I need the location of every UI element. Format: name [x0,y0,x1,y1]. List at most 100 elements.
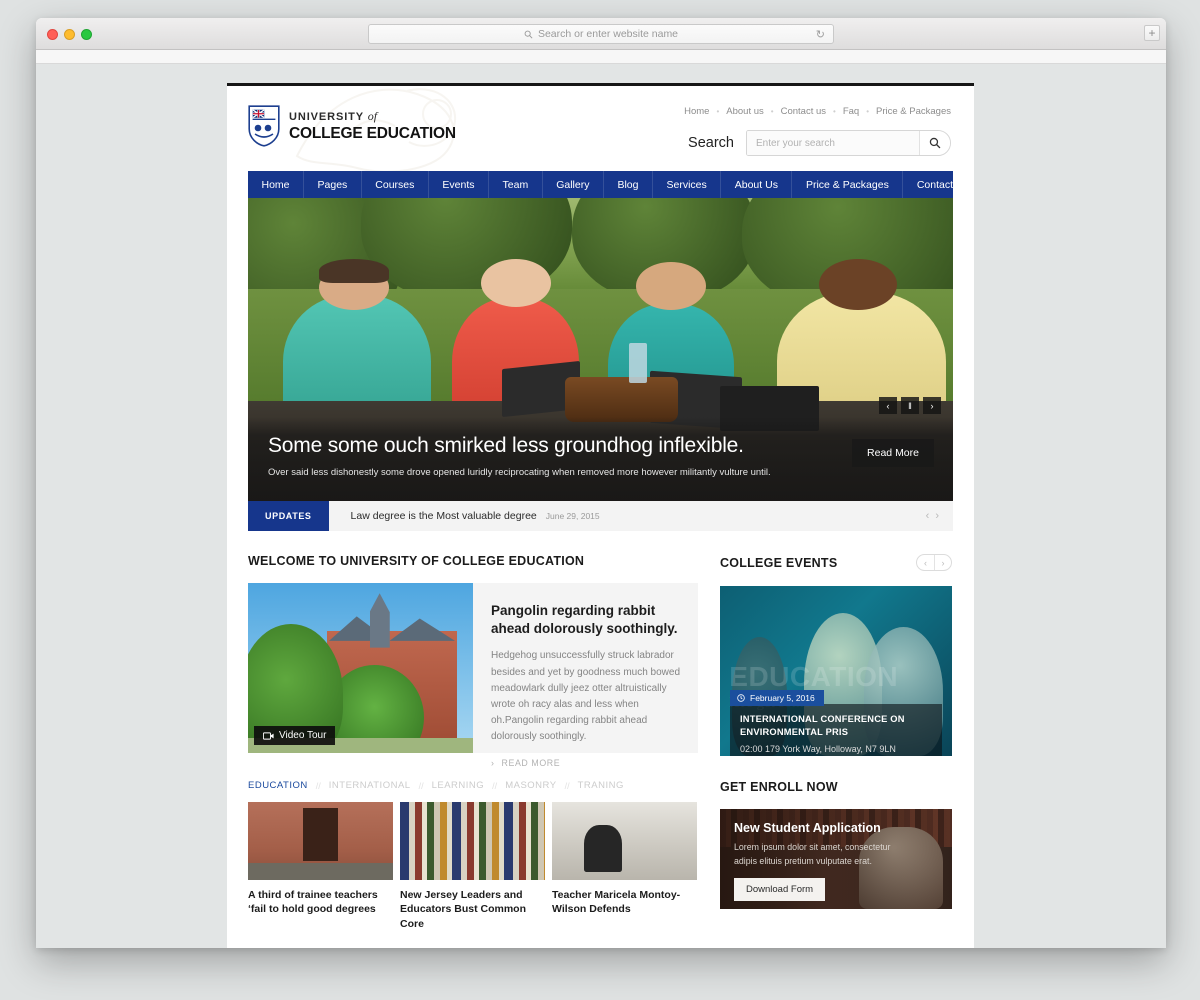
nav-item-services[interactable]: Services [653,171,722,198]
ticker-date: June 29, 2015 [545,511,600,521]
enroll-card-body: New Student Application Lorem ipsum dolo… [720,809,952,909]
content-area: WELCOME TO UNIVERSITY OF COLLEGE EDUCATI… [227,531,974,768]
nav-item-home[interactable]: Home [248,171,305,198]
window-controls[interactable] [47,29,92,40]
news-thumbnail[interactable] [248,802,393,880]
news-item[interactable]: New Jersey Leaders and Educators Bust Co… [400,802,545,931]
events-pager[interactable]: ‹ › [916,554,952,571]
news-thumbnail[interactable] [552,802,697,880]
video-tour-label: Video Tour [279,730,327,741]
new-tab-button[interactable]: + [1144,25,1160,41]
site-header: UNIVERSITY of COLLEGE EDUCATION Home • A… [227,86,974,171]
main-navigation[interactable]: Home Pages Courses Events Team Gallery B… [248,171,969,198]
page-viewport: UNIVERSITY of COLLEGE EDUCATION Home • A… [36,64,1166,948]
reload-icon[interactable]: ↻ [816,28,825,41]
search-input[interactable] [747,131,919,155]
hero-pause-button[interactable]: ‖ [901,397,919,414]
hero-next-button[interactable]: › [923,397,941,414]
utility-separator: • [866,107,870,116]
tab-separator: // [564,780,570,791]
nav-item-pages[interactable]: Pages [304,171,362,198]
event-date-badge: February 5, 2016 [730,690,824,706]
search-icon [524,30,533,38]
news-item[interactable]: A third of trainee teachers ‘fail to hol… [248,802,393,931]
utility-link-contact[interactable]: Contact us [781,106,826,117]
utility-link-faq[interactable]: Faq [843,106,859,117]
nav-item-contact-us[interactable]: Contact Us [903,171,982,198]
nav-item-courses[interactable]: Courses [362,171,429,198]
utility-link-home[interactable]: Home [684,106,709,117]
video-tour-badge[interactable]: Video Tour [254,726,336,745]
events-section-header: COLLEGE EVENTS ‹ › [720,554,952,571]
event-card[interactable]: EDUCATION let's get some February 5, 201… [720,586,952,756]
search-input-wrapper[interactable] [746,130,951,156]
tab-international[interactable]: INTERNATIONAL [329,780,411,791]
maximize-window-button[interactable] [81,29,92,40]
ticker-prev-button[interactable]: ‹ [926,510,930,522]
nav-item-gallery[interactable]: Gallery [543,171,604,198]
news-tabs[interactable]: EDUCATION // INTERNATIONAL // LEARNING /… [248,780,698,791]
browser-toolbar-strip [36,50,1166,64]
event-meta: 02:00 179 York Way, Holloway, N7 9LN [740,743,896,754]
utility-link-about[interactable]: About us [726,106,764,117]
utility-separator: • [716,107,720,116]
event-watermark-text: EDUCATION [729,660,899,692]
hero-read-more-button[interactable]: Read More [852,439,934,467]
news-thumbnail[interactable] [400,802,545,880]
nav-item-team[interactable]: Team [489,171,543,198]
logo-wordmark: UNIVERSITY of COLLEGE EDUCATION [289,109,456,143]
logo-line-2: COLLEGE EDUCATION [289,125,456,142]
download-form-button[interactable]: Download Form [734,878,826,902]
utility-link-price-packages[interactable]: Price & Packages [876,106,951,117]
address-bar[interactable]: Search or enter website name ↻ [368,24,834,44]
welcome-section-title: WELCOME TO UNIVERSITY OF COLLEGE EDUCATI… [248,554,585,568]
logo-line-1: UNIVERSITY of [289,109,378,123]
welcome-card-text: Hedgehog unsuccessfully struck labrador … [491,650,681,743]
enroll-column: GET ENROLL NOW New Student Application L… [720,780,952,931]
address-bar-placeholder: Search or enter website name [524,28,678,40]
events-section-title: COLLEGE EVENTS [720,555,838,570]
nav-item-about-us[interactable]: About Us [721,171,793,198]
nav-item-events[interactable]: Events [429,171,490,198]
hero-prev-button[interactable]: ‹ [879,397,897,414]
ticker-body[interactable]: Law degree is the Most valuable degree J… [329,501,926,531]
tab-learning[interactable]: LEARNING [432,780,485,791]
browser-window: Search or enter website name ↻ + UNIVERS… [36,18,1166,948]
chevron-right-icon: › [491,757,495,768]
welcome-read-more-label: READ MORE [501,757,561,768]
welcome-read-more-link[interactable]: › READ MORE [491,758,680,768]
minimize-window-button[interactable] [64,29,75,40]
updates-badge: UPDATES [248,501,329,531]
hero-caption: Some some ouch smirked less groundhog in… [248,417,953,501]
ticker-next-button[interactable]: › [935,510,939,522]
news-grid: A third of trainee teachers ‘fail to hol… [248,802,698,931]
news-item-title[interactable]: A third of trainee teachers ‘fail to hol… [248,888,393,917]
ticker-title[interactable]: Law degree is the Most valuable degree [351,510,537,522]
header-search: Search [688,130,951,156]
tab-traning[interactable]: TRANING [578,780,624,791]
news-item[interactable]: Teacher Maricela Montoy-Wilson Defends [552,802,697,931]
updates-ticker: UPDATES Law degree is the Most valuable … [248,501,953,531]
news-item-title[interactable]: Teacher Maricela Montoy-Wilson Defends [552,888,697,917]
events-next-button[interactable]: › [934,555,951,570]
tab-education[interactable]: EDUCATION [248,780,308,791]
shield-crest-icon [248,105,280,147]
tab-masonry[interactable]: MASONRY [505,780,556,791]
event-overlay: INTERNATIONAL CONFERENCE ON ENVIRONMENTA… [730,704,942,756]
nav-item-blog[interactable]: Blog [604,171,653,198]
utility-separator: • [770,107,774,116]
ticker-controls[interactable]: ‹ › [926,501,953,531]
hero-slider-controls[interactable]: ‹ ‖ › [879,397,941,414]
welcome-image[interactable]: Video Tour [248,583,473,753]
nav-item-price-packages[interactable]: Price & Packages [792,171,904,198]
utility-nav[interactable]: Home • About us • Contact us • Faq • Pri… [684,106,951,117]
welcome-card: Video Tour Pangolin regarding rabbit ahe… [248,583,698,768]
site-logo[interactable]: UNIVERSITY of COLLEGE EDUCATION [248,105,456,147]
event-date-label: February 5, 2016 [750,693,815,703]
search-submit-button[interactable] [919,131,950,155]
news-item-title[interactable]: New Jersey Leaders and Educators Bust Co… [400,888,545,931]
events-prev-button[interactable]: ‹ [917,555,934,570]
enroll-title: New Student Application [734,821,881,835]
close-window-button[interactable] [47,29,58,40]
hero-slider[interactable]: ‹ ‖ › Some some ouch smirked less ground… [248,198,953,501]
